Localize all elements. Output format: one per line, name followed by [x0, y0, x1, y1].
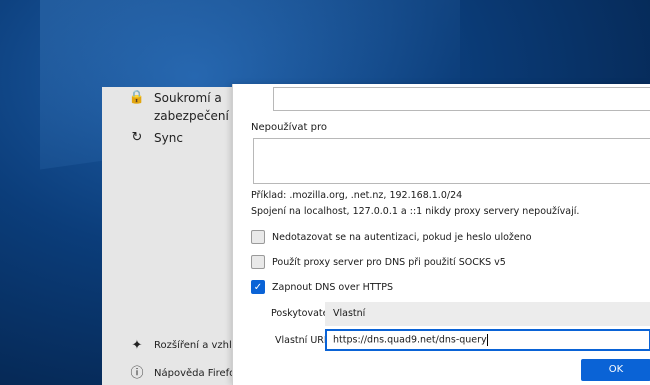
provider-label: Poskytovatel — [271, 308, 332, 319]
sidebar-item-extensions[interactable]: ✦ Rozšíření a vzhled — [128, 337, 245, 355]
sidebar-item-sync[interactable]: ↻ Sync — [128, 129, 183, 147]
sidebar-item-label: Sync — [154, 131, 183, 145]
checkmark-icon: ✓ — [253, 281, 263, 293]
help-icon: ⓘ — [130, 366, 144, 381]
doh-checkbox-row[interactable]: ✓ Zapnout DNS over HTTPS — [251, 280, 393, 294]
provider-select[interactable]: Vlastní — [325, 302, 650, 326]
lock-icon: 🔒 — [128, 90, 146, 105]
custom-url-input[interactable]: https://dns.quad9.net/dns-query — [325, 329, 650, 351]
sidebar-item-label: Rozšíření a vzhled — [154, 340, 245, 351]
auth-prompt-label: Nedotazovat se na autentizaci, pokud je … — [272, 231, 532, 243]
sidebar-item-help[interactable]: ⓘ Nápověda Firefox — [128, 365, 241, 383]
socks-dns-checkbox-row[interactable]: Použít proxy server pro DNS při použití … — [251, 255, 506, 269]
doh-checkbox[interactable]: ✓ — [251, 280, 265, 294]
text-caret — [486, 334, 488, 346]
no-proxy-label: Nepoužívat pro — [251, 122, 327, 133]
socks-dns-checkbox[interactable] — [251, 255, 265, 269]
socks-host-input[interactable] — [273, 87, 650, 111]
ok-button[interactable]: OK — [581, 359, 650, 381]
doh-label: Zapnout DNS over HTTPS — [272, 281, 393, 293]
socks-dns-label: Použít proxy server pro DNS při použití … — [272, 256, 506, 268]
connection-settings-dialog: Nepoužívat pro Příklad: .mozilla.org, .n… — [232, 84, 650, 385]
localhost-note: Spojení na localhost, 127.0.0.1 a ::1 ni… — [251, 206, 580, 217]
auth-prompt-checkbox-row[interactable]: Nedotazovat se na autentizaci, pokud je … — [251, 230, 532, 244]
auth-prompt-checkbox[interactable] — [251, 230, 265, 244]
sync-icon: ↻ — [131, 130, 143, 145]
custom-url-label: Vlastní URL — [275, 335, 330, 346]
sidebar-item-privacy[interactable]: 🔒 Soukromí a zabezpečení — [128, 89, 234, 125]
sidebar-item-label: Nápověda Firefox — [154, 368, 241, 379]
puzzle-icon: ✦ — [131, 338, 143, 353]
sidebar-item-label: Soukromí a zabezpečení — [154, 91, 229, 123]
no-proxy-example-text: Příklad: .mozilla.org, .net.nz, 192.168.… — [251, 190, 463, 201]
custom-url-value: https://dns.quad9.net/dns-query — [333, 334, 487, 346]
no-proxy-textarea[interactable] — [253, 138, 650, 184]
